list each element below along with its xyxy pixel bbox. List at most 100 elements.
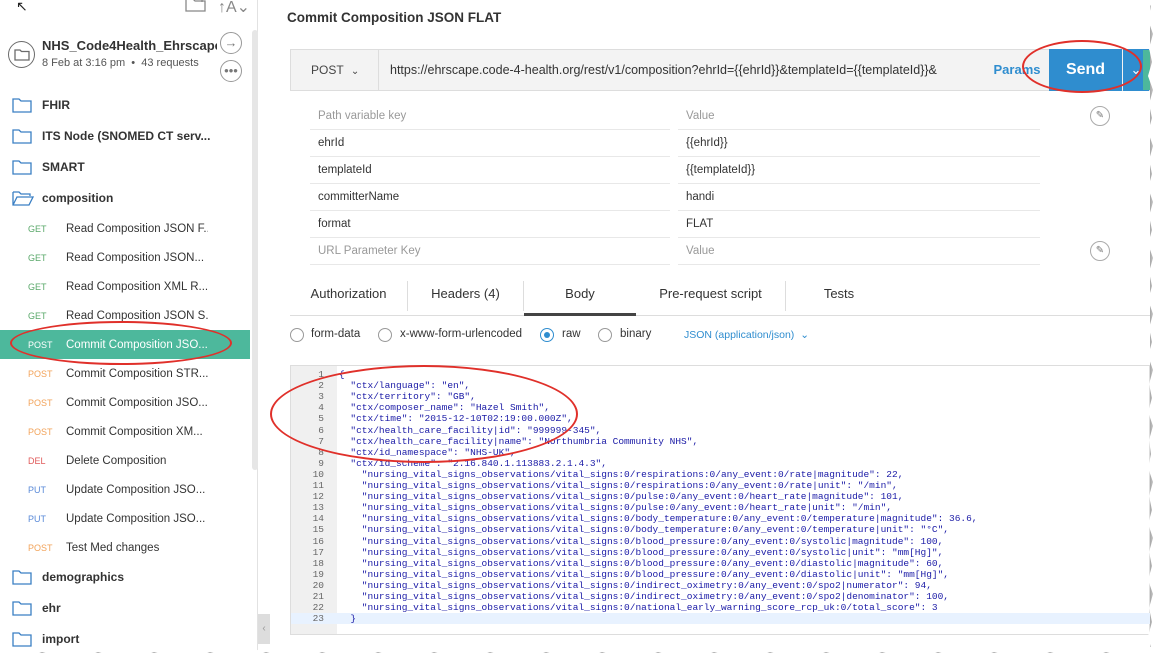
line-number: 3 bbox=[318, 391, 324, 403]
sidebar-request-item[interactable]: PUT Update Composition JSO... bbox=[0, 504, 250, 533]
request-method-badge: POST bbox=[28, 426, 53, 437]
sidebar-request-item[interactable]: GET Read Composition JSON... bbox=[0, 243, 250, 272]
urlencoded-label: x-www-form-urlencoded bbox=[400, 328, 523, 340]
path-variable-key-placeholder[interactable]: Path variable key bbox=[318, 110, 406, 122]
collection-folder-icon bbox=[8, 41, 35, 68]
code-line: 2 "ctx/language": "en", bbox=[291, 380, 1150, 391]
sidebar-scrollbar[interactable] bbox=[252, 30, 258, 470]
raw-radio[interactable] bbox=[540, 328, 554, 342]
sort-icon[interactable]: ↑A⌄ bbox=[218, 0, 250, 17]
content-type-select[interactable]: JSON (application/json) ⌄ bbox=[684, 329, 809, 341]
request-method-badge: GET bbox=[28, 252, 47, 263]
request-method-badge: DEL bbox=[28, 455, 46, 466]
code-text: "nursing_vital_signs_observations/vital_… bbox=[339, 524, 949, 536]
mouse-cursor-icon: ↖ bbox=[16, 0, 28, 14]
raw-label: raw bbox=[562, 328, 581, 340]
binary-radio[interactable] bbox=[598, 328, 612, 342]
tab-tests[interactable]: Tests bbox=[786, 275, 892, 316]
path-variable-key[interactable]: format bbox=[318, 218, 351, 230]
code-line: 16 "nursing_vital_signs_observations/vit… bbox=[291, 536, 1150, 547]
torn-edge-bottom bbox=[0, 647, 1168, 669]
form-data-label: form-data bbox=[311, 328, 361, 340]
url-input[interactable]: https://ehrscape.code-4-health.org/rest/… bbox=[390, 50, 965, 90]
sidebar-folder[interactable]: FHIR bbox=[0, 90, 250, 121]
request-panel: Commit Composition JSON FLAT POST ⌄ http… bbox=[270, 0, 1150, 652]
tab-headers[interactable]: Headers (4) bbox=[408, 281, 524, 311]
line-number: 5 bbox=[318, 413, 324, 425]
pencil-icon[interactable]: ✎ bbox=[1090, 241, 1110, 261]
path-variable-key[interactable]: committerName bbox=[318, 191, 399, 203]
code-text: "nursing_vital_signs_observations/vital_… bbox=[339, 513, 978, 525]
folder-icon bbox=[12, 160, 32, 178]
sidebar-request-item[interactable]: PUT Update Composition JSO... bbox=[0, 475, 250, 504]
urlencoded-radio[interactable] bbox=[378, 328, 392, 342]
sidebar-request-item[interactable]: POST Commit Composition XM... bbox=[0, 417, 250, 446]
pencil-icon[interactable]: ✎ bbox=[1090, 106, 1110, 126]
path-variable-value[interactable]: {{ehrId}} bbox=[686, 137, 728, 149]
sidebar-request-item[interactable]: POST Test Med changes bbox=[0, 533, 250, 562]
line-number: 12 bbox=[312, 491, 324, 503]
chevron-down-icon: ⌄ bbox=[350, 66, 360, 77]
send-button[interactable]: Send bbox=[1049, 49, 1122, 91]
code-text: "nursing_vital_signs_observations/vital_… bbox=[339, 568, 949, 580]
more-options-icon[interactable]: ••• bbox=[220, 60, 242, 82]
folder-label: ITS Node (SNOMED CT serv... bbox=[42, 129, 211, 143]
path-variable-value[interactable]: handi bbox=[686, 191, 714, 203]
code-line: 11 "nursing_vital_signs_observations/vit… bbox=[291, 480, 1150, 491]
request-method-badge: POST bbox=[28, 542, 53, 553]
method-select[interactable]: POST ⌄ bbox=[291, 50, 379, 90]
params-button[interactable]: Params bbox=[987, 50, 1047, 90]
tab-pre-request-script[interactable]: Pre-request script bbox=[636, 281, 786, 311]
code-text: "nursing_vital_signs_observations/vital_… bbox=[339, 502, 892, 514]
collapse-sidebar-icon[interactable]: ‹ bbox=[258, 614, 270, 644]
code-line: 6 "ctx/health_care_facility|id": "999999… bbox=[291, 425, 1150, 436]
path-variable-value[interactable]: {{templateId}} bbox=[686, 164, 755, 176]
code-line: 8 "ctx/id_namespace": "NHS-UK", bbox=[291, 447, 1150, 458]
code-text: "nursing_vital_signs_observations/vital_… bbox=[339, 468, 904, 480]
sidebar-request-item[interactable]: GET Read Composition JSON F... bbox=[0, 214, 250, 243]
torn-edge-right bbox=[1146, 0, 1168, 669]
line-number: 15 bbox=[312, 524, 324, 536]
open-folder-icon bbox=[12, 191, 35, 209]
arrow-right-icon[interactable]: → bbox=[220, 32, 242, 54]
sidebar-request-item[interactable]: POST Commit Composition JSO... bbox=[0, 330, 250, 359]
sidebar-folder[interactable]: composition bbox=[0, 183, 250, 214]
request-list: GET Read Composition JSON F... GET Read Com… bbox=[0, 214, 250, 562]
line-number: 14 bbox=[312, 513, 324, 525]
folder-label: SMART bbox=[42, 160, 85, 174]
path-variable-value[interactable]: FLAT bbox=[686, 218, 713, 230]
line-number: 8 bbox=[318, 446, 324, 458]
request-label: Commit Composition STR... bbox=[66, 367, 208, 380]
sidebar-folder[interactable]: SMART bbox=[0, 152, 250, 183]
sidebar-request-item[interactable]: POST Commit Composition STR... bbox=[0, 359, 250, 388]
sidebar-request-item[interactable]: POST Commit Composition JSO... bbox=[0, 388, 250, 417]
url-parameter-value-placeholder[interactable]: Value bbox=[686, 245, 715, 257]
tab-body[interactable]: Body bbox=[524, 275, 636, 316]
new-folder-icon[interactable] bbox=[185, 0, 207, 17]
line-number: 18 bbox=[312, 557, 324, 569]
binary-label: binary bbox=[620, 328, 652, 340]
sidebar-request-item[interactable]: GET Read Composition XML R... bbox=[0, 272, 250, 301]
line-number: 7 bbox=[318, 435, 324, 447]
path-variable-key[interactable]: templateId bbox=[318, 164, 372, 176]
path-variable-value-placeholder[interactable]: Value bbox=[686, 110, 715, 122]
sidebar-request-item[interactable]: DEL Delete Composition bbox=[0, 446, 250, 475]
collection-header[interactable]: NHS_Code4Health_Ehrscape 8 Feb at 3:16 p… bbox=[0, 28, 258, 82]
sidebar-folder[interactable]: ITS Node (SNOMED CT serv... bbox=[0, 121, 250, 152]
path-variable-key[interactable]: ehrId bbox=[318, 137, 344, 149]
line-number: 19 bbox=[312, 568, 324, 580]
request-method-badge: GET bbox=[28, 310, 47, 321]
sidebar-folder[interactable]: demographics bbox=[0, 562, 250, 593]
tab-authorization[interactable]: Authorization bbox=[290, 281, 408, 311]
form-data-radio[interactable] bbox=[290, 328, 304, 342]
sidebar-request-item[interactable]: GET Read Composition JSON S... bbox=[0, 301, 250, 330]
folder-label: demographics bbox=[42, 570, 125, 584]
sidebar-folder[interactable]: ehr bbox=[0, 593, 250, 624]
code-text: "nursing_vital_signs_observations/vital_… bbox=[339, 591, 949, 602]
request-label: Read Composition JSON F... bbox=[66, 222, 208, 235]
body-editor[interactable]: 1{2 "ctx/language": "en", 3 "ctx/territor… bbox=[290, 365, 1150, 635]
url-parameter-key-placeholder[interactable]: URL Parameter Key bbox=[318, 245, 420, 257]
code-line: 13 "nursing_vital_signs_observations/vit… bbox=[291, 502, 1150, 513]
chevron-down-icon: ⌄ bbox=[800, 329, 810, 341]
code-line: 20 "nursing_vital_signs_observations/vit… bbox=[291, 580, 1150, 591]
